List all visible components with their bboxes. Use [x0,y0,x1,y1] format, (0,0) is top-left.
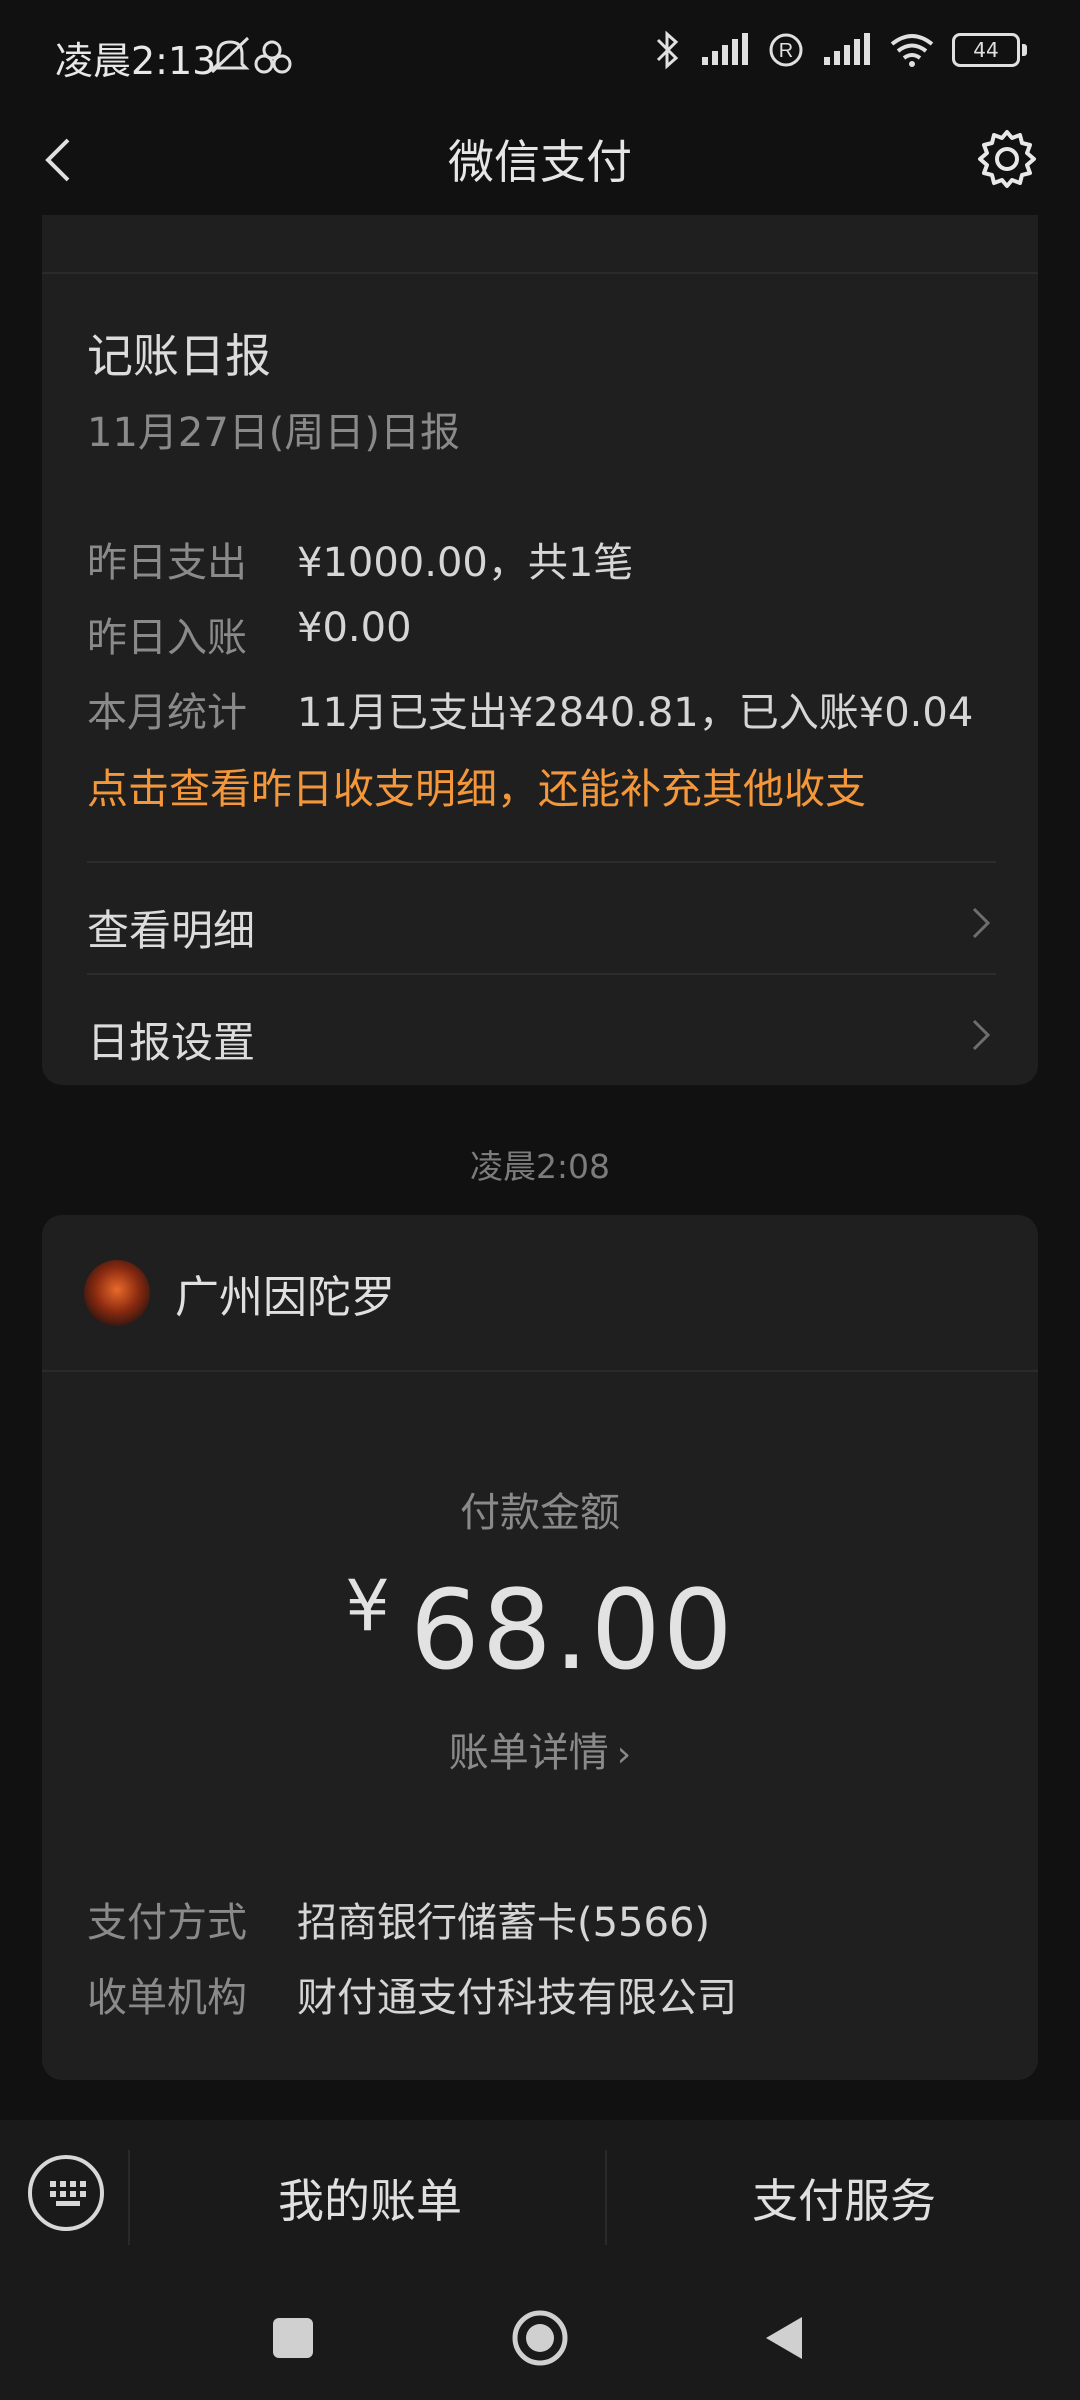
merchant-avatar [84,1260,150,1326]
view-details-label: 查看明细 [87,906,256,955]
report-row: 昨日支出 ¥1000.00，共1笔 [87,530,633,588]
recents-icon[interactable] [270,2315,316,2361]
report-hint-link[interactable]: 点击查看昨日收支明细，还能补充其他收支 [87,755,866,815]
roaming-icon: R [769,33,803,67]
row-label: 本月统计 [87,690,247,736]
system-nav-bar [0,2275,1080,2400]
divider [87,861,996,863]
row-value: ¥0.00 [297,605,412,651]
amount-label: 付款金额 [460,1490,620,1536]
report-settings-label: 日报设置 [87,1018,256,1067]
report-title: 记账日报 [87,329,271,383]
payment-amount: ¥68.00 [42,1565,1038,1694]
detail-label: 收单机构 [87,1975,247,2021]
signal-icon [702,33,748,65]
divider [87,973,996,975]
report-subtitle: 11月27日(周日)日报 [87,410,461,456]
payment-card[interactable]: 广州因陀罗 付款金额 ¥68.00 账单详情 › 支付方式 招商银行储蓄卡(556… [42,1215,1038,2080]
my-bills-button[interactable]: 我的账单 [278,2165,462,2231]
battery-icon: 44 [952,33,1027,67]
status-bar: 凌晨2:13 R 44 [0,0,1080,110]
svg-text:R: R [779,40,793,62]
keyboard-icon[interactable] [28,2155,104,2231]
view-details-row[interactable]: 查看明细 [87,865,996,975]
report-row: 本月统计 11月已支出¥2840.81，已入账¥0.04 [87,680,973,738]
pay-service-button[interactable]: 支付服务 [752,2165,936,2231]
mute-icon [210,36,292,74]
row-label: 昨日入账 [87,615,247,661]
home-icon[interactable] [510,2308,570,2368]
row-value: ¥1000.00，共1笔 [297,540,634,586]
status-right-icons: R 44 [654,30,1027,70]
chevron-right-icon: › [616,1734,632,1775]
chevron-right-icon [972,1019,991,1051]
signal-icon-2 [824,33,870,65]
bill-detail-link[interactable]: 账单详情 › [42,1720,1038,1778]
card-divider [42,272,1038,274]
bill-detail-label: 账单详情 [448,1730,609,1776]
menu-separator [605,2150,607,2245]
detail-value: 招商银行储蓄卡(5566) [297,1900,711,1946]
row-label: 昨日支出 [87,540,247,586]
card-divider [42,1370,1038,1372]
report-row: 昨日入账 ¥0.00 [87,605,412,663]
row-value: 11月已支出¥2840.81，已入账¥0.04 [297,690,974,736]
nav-bar: 微信支付 [0,110,1080,215]
detail-label: 支付方式 [87,1900,247,1946]
detail-row: 收单机构 财付通支付科技有限公司 [87,1965,737,2023]
report-settings-row[interactable]: 日报设置 [87,977,996,1087]
gear-icon[interactable] [974,126,1040,192]
merchant-name: 广州因陀罗 [175,1272,395,1323]
bluetooth-icon [656,30,679,70]
bottom-menu-bar: 我的账单 支付服务 [0,2120,1080,2275]
message-timestamp: 凌晨2:08 [469,1147,611,1186]
currency-symbol: ¥ [345,1565,390,1647]
detail-row: 支付方式 招商银行储蓄卡(5566) [87,1890,710,1948]
menu-separator [128,2150,130,2245]
detail-value: 财付通支付科技有限公司 [297,1975,737,2021]
wifi-icon [890,34,934,67]
chevron-right-icon [972,907,991,939]
merchant-header: 广州因陀罗 [84,1260,395,1326]
back-nav-icon[interactable] [760,2313,806,2363]
daily-report-card[interactable]: 记账日报 11月27日(周日)日报 昨日支出 ¥1000.00，共1笔 昨日入账… [42,215,1038,1085]
status-left-icons [210,34,320,82]
amount-value: 68.00 [409,1566,735,1694]
page-title: 微信支付 [448,135,632,189]
status-time: 凌晨2:13 [55,39,217,83]
